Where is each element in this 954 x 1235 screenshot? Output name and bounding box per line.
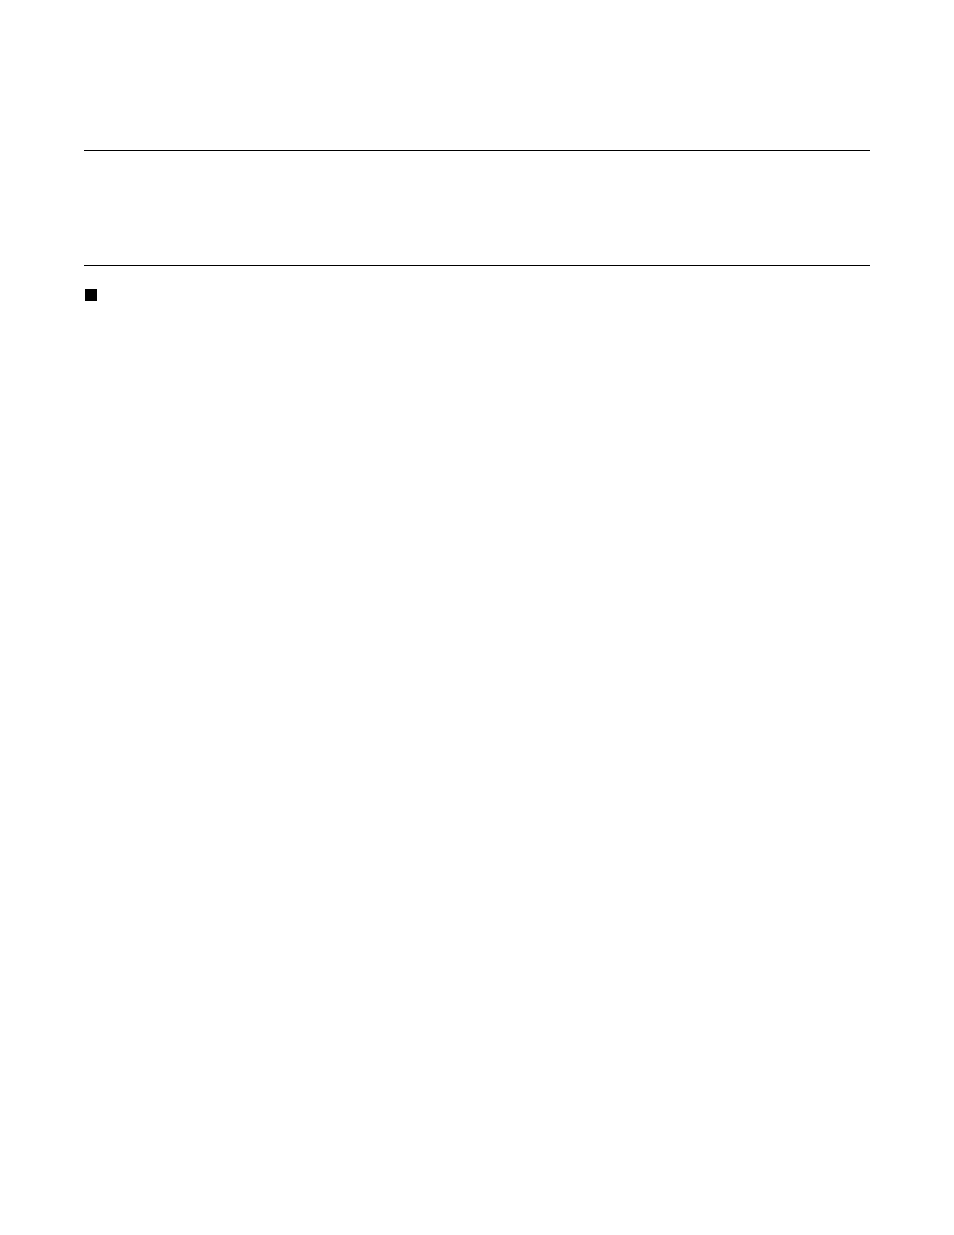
- document-page: [0, 0, 954, 1235]
- divider-section: [84, 265, 870, 266]
- divider-top: [84, 150, 870, 151]
- square-bullet-icon: [85, 289, 97, 301]
